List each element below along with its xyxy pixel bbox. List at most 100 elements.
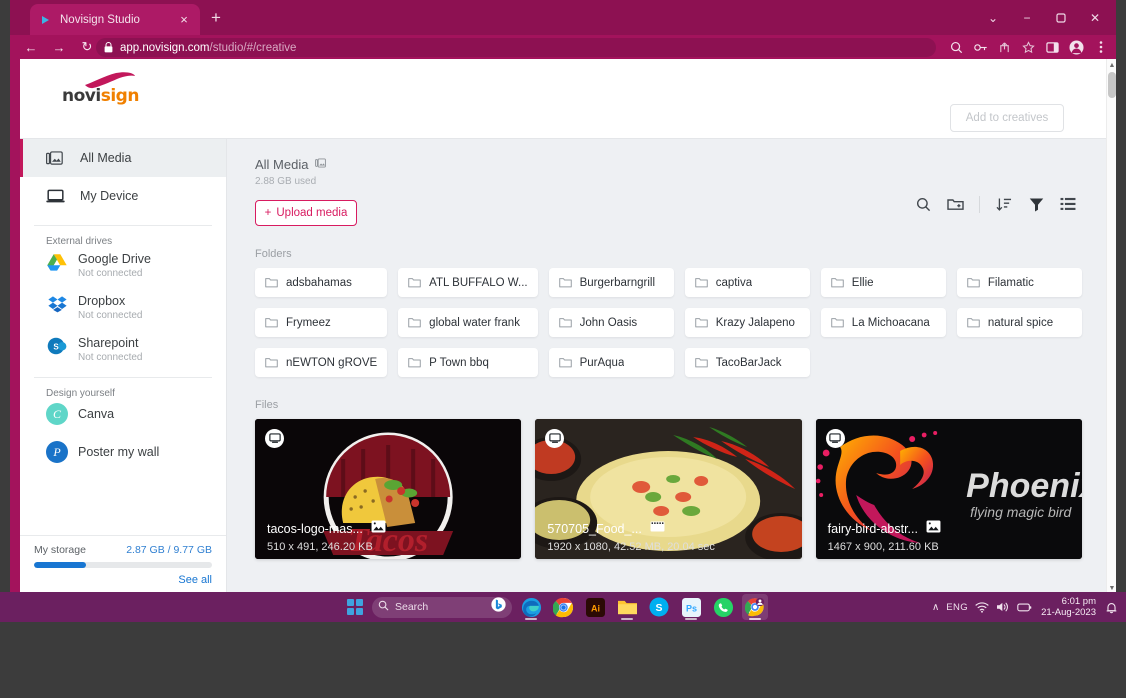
file-details: 510 x 491, 246.20 KB xyxy=(267,541,509,553)
storage-progress-bar xyxy=(34,562,212,568)
new-tab-button[interactable]: + xyxy=(206,9,226,26)
files-grid: Tacostacos-logo-mas...510 x 491, 246.20 … xyxy=(255,419,1082,559)
tray-overflow-icon[interactable]: ∧ xyxy=(932,602,939,613)
folder-card[interactable]: TacoBarJack xyxy=(685,348,810,377)
scroll-up-arrow-icon[interactable]: ▲ xyxy=(1107,59,1116,71)
close-icon[interactable]: × xyxy=(176,13,192,26)
folder-card[interactable]: Filamatic xyxy=(957,268,1082,297)
folder-name: TacoBarJack xyxy=(716,357,782,369)
sidebar-item-label: My Device xyxy=(80,189,138,203)
sidebar-item-dropbox[interactable]: Dropbox Not connected xyxy=(20,293,226,323)
folder-icon xyxy=(831,317,844,328)
folder-card[interactable]: Krazy Jalapeno xyxy=(685,308,810,337)
sidebar-item-label: All Media xyxy=(80,151,131,165)
page-scrollbar[interactable]: ▲ ▼ xyxy=(1106,59,1116,594)
folder-card[interactable]: global water frank xyxy=(398,308,537,337)
browser-tabstrip: Novisign Studio × + ⌄ − ✕ xyxy=(10,0,1116,35)
side-panel-icon[interactable] xyxy=(1041,35,1064,59)
key-icon[interactable] xyxy=(969,35,992,59)
see-all-link[interactable]: See all xyxy=(34,574,212,586)
folder-icon xyxy=(265,357,278,368)
sidebar-item-sharepoint[interactable]: S Sharepoint Not connected xyxy=(20,335,226,365)
external-drives-heading: External drives xyxy=(20,236,226,247)
browser-tab[interactable]: Novisign Studio × xyxy=(30,4,200,35)
file-name-row: tacos-logo-mas... xyxy=(267,520,509,538)
folder-card[interactable]: natural spice xyxy=(957,308,1082,337)
file-card[interactable]: 570705_Food_...1920 x 1080, 42.52 MB, 20… xyxy=(535,419,801,559)
folder-card[interactable]: ATL BUFFALO W... xyxy=(398,268,537,297)
start-icon[interactable] xyxy=(344,596,366,618)
folders-grid: adsbahamas ATL BUFFALO W... Burgerbarngril… xyxy=(255,268,1082,377)
sidebar-item-my-device[interactable]: My Device xyxy=(20,177,226,215)
new-folder-icon[interactable] xyxy=(941,191,969,217)
storage-progress-fill xyxy=(34,562,86,568)
folder-name: Krazy Jalapeno xyxy=(716,317,795,329)
bing-icon[interactable] xyxy=(491,597,506,617)
upload-media-button[interactable]: + Upload media xyxy=(255,200,357,226)
file-explorer-icon[interactable] xyxy=(614,594,640,620)
folder-card[interactable]: Burgerbarngrill xyxy=(549,268,674,297)
folder-card[interactable]: PurAqua xyxy=(549,348,674,377)
search-icon[interactable] xyxy=(945,35,968,59)
sidebar-item-canva[interactable]: C Canva xyxy=(20,403,226,425)
photoshop-icon[interactable]: Ps xyxy=(678,594,704,620)
folder-card[interactable]: captiva xyxy=(685,268,810,297)
minimize-button[interactable]: − xyxy=(1010,0,1044,35)
folder-card[interactable]: nEWTON gROVE xyxy=(255,348,387,377)
storage-panel: My storage 2.87 GB / 9.77 GB See all xyxy=(20,535,226,594)
volume-icon[interactable] xyxy=(996,601,1010,613)
video-icon xyxy=(650,520,665,538)
wifi-icon[interactable] xyxy=(975,602,989,613)
folder-card[interactable]: John Oasis xyxy=(549,308,674,337)
chrome-icon[interactable] xyxy=(550,594,576,620)
address-bar[interactable]: app.novisign.com/studio/#/creative xyxy=(96,38,936,57)
forward-icon[interactable]: → xyxy=(46,35,72,59)
maximize-button[interactable] xyxy=(1044,0,1078,35)
language-indicator[interactable]: ENG xyxy=(946,602,968,613)
list-view-icon[interactable] xyxy=(1054,191,1082,217)
share-icon[interactable] xyxy=(993,35,1016,59)
file-card[interactable]: Tacostacos-logo-mas...510 x 491, 246.20 … xyxy=(255,419,521,559)
folder-name: John Oasis xyxy=(580,317,638,329)
scrollbar-thumb[interactable] xyxy=(1108,72,1116,98)
chevron-down-icon[interactable]: ⌄ xyxy=(976,0,1010,35)
folder-icon xyxy=(559,317,572,328)
folder-name: P Town bbq xyxy=(429,357,489,369)
windows-taskbar: Search Ai S Ps xyxy=(0,592,1126,622)
svg-text:Phoenix: Phoenix xyxy=(966,467,1082,505)
menu-icon[interactable] xyxy=(1089,35,1112,59)
taskbar-search[interactable]: Search xyxy=(372,597,512,618)
profile-icon[interactable] xyxy=(1065,35,1088,59)
notification-bell-icon[interactable] xyxy=(1105,601,1118,614)
search-icon[interactable] xyxy=(909,191,937,217)
star-icon[interactable] xyxy=(1017,35,1040,59)
folder-card[interactable]: Frymeez xyxy=(255,308,387,337)
media-icon xyxy=(315,155,326,173)
chrome-profile-icon[interactable] xyxy=(742,594,768,620)
folder-card[interactable]: adsbahamas xyxy=(255,268,387,297)
illustrator-icon[interactable]: Ai xyxy=(582,594,608,620)
toolbar-divider xyxy=(979,196,980,213)
folder-card[interactable]: La Michoacana xyxy=(821,308,946,337)
edge-icon[interactable] xyxy=(518,594,544,620)
sidebar-item-poster-my-wall[interactable]: P Poster my wall xyxy=(20,441,226,463)
clock[interactable]: 6:01 pm 21-Aug-2023 xyxy=(1041,596,1096,618)
filter-icon[interactable] xyxy=(1022,191,1050,217)
close-window-button[interactable]: ✕ xyxy=(1078,0,1112,35)
folder-name: PurAqua xyxy=(580,357,625,369)
drive-name: Dropbox xyxy=(78,293,143,309)
sort-icon[interactable] xyxy=(990,191,1018,217)
add-to-creatives-button[interactable]: Add to creatives xyxy=(950,104,1064,132)
sidebar-item-all-media[interactable]: All Media xyxy=(20,139,226,177)
file-card[interactable]: Phoenixflying magic birdfairy-bird-abstr… xyxy=(816,419,1082,559)
whatsapp-icon[interactable] xyxy=(710,594,736,620)
skype-icon[interactable]: S xyxy=(646,594,672,620)
url-path: /studio/#/creative xyxy=(210,42,297,54)
folder-card[interactable]: Ellie xyxy=(821,268,946,297)
plus-icon: + xyxy=(265,207,272,219)
back-icon[interactable]: ← xyxy=(18,35,44,59)
battery-icon[interactable] xyxy=(1017,602,1032,613)
sidebar: All Media My Device External drives xyxy=(20,139,227,594)
folder-card[interactable]: P Town bbq xyxy=(398,348,537,377)
sidebar-item-google-drive[interactable]: Google Drive Not connected xyxy=(20,251,226,281)
